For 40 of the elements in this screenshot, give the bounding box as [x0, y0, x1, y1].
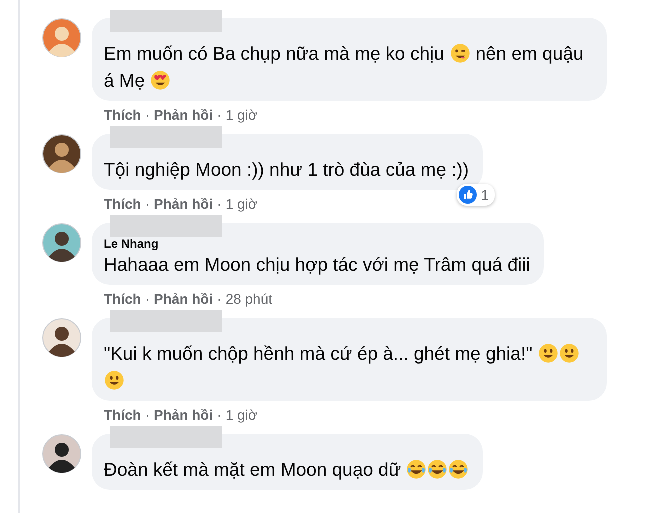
reply-link[interactable]: Phản hồi — [154, 407, 214, 424]
like-link[interactable]: Thích — [104, 107, 142, 124]
avatar[interactable] — [42, 434, 82, 474]
comment-text: Tội nghiệp Moon :)) như 1 trò đùa của mẹ :)) — [104, 158, 470, 182]
avatar[interactable] — [42, 134, 82, 174]
separator: · — [217, 107, 222, 124]
comment-text: "Kui k muốn chộp hềnh mà cứ ép à... ghét mẹ ghia!" — [104, 340, 593, 394]
separator: · — [145, 196, 150, 213]
timestamp[interactable]: 1 giờ — [226, 196, 258, 213]
separator: · — [145, 107, 150, 124]
separator: · — [145, 407, 150, 424]
reaction-count[interactable]: 1 — [457, 184, 496, 206]
thumbs-up-icon — [459, 186, 478, 204]
separator: · — [217, 291, 222, 308]
timestamp[interactable]: 28 phút — [226, 291, 273, 308]
like-link[interactable]: Thích — [104, 291, 142, 308]
separator: · — [217, 196, 222, 213]
reply-link[interactable]: Phản hồi — [154, 291, 214, 308]
timestamp[interactable]: 1 giờ — [226, 407, 258, 424]
timestamp[interactable]: 1 giờ — [226, 107, 258, 124]
laughing-tears-face-icon — [406, 459, 428, 480]
comment-text: Em muốn có Ba chụp nữa mà mẹ ko chịu nên em quậu á Mẹ — [104, 42, 585, 93]
laughing-tears-face-icon — [427, 459, 448, 480]
comment-text: Hahaaa em Moon chịu hợp tác với mẹ Trâm quá điii — [104, 253, 530, 277]
comment-text: Đoàn kết mà mặt em Moon quạo dữ — [104, 456, 470, 483]
smiling-face-icon — [104, 370, 125, 391]
smiling-face-icon — [538, 343, 559, 364]
avatar[interactable] — [42, 223, 82, 263]
author-name[interactable]: Le Nhang — [104, 237, 530, 251]
winking-face-icon — [450, 43, 471, 64]
like-link[interactable]: Thích — [104, 407, 142, 424]
separator: · — [145, 291, 150, 308]
reply-link[interactable]: Phản hồi — [154, 196, 214, 213]
laughing-tears-face-icon — [448, 459, 470, 480]
separator: · — [217, 407, 222, 424]
avatar[interactable] — [42, 318, 82, 358]
reply-link[interactable]: Phản hồi — [154, 107, 214, 124]
like-link[interactable]: Thích — [104, 196, 142, 213]
heart-eyes-face-icon — [150, 70, 172, 91]
smiling-face-icon — [558, 343, 580, 364]
